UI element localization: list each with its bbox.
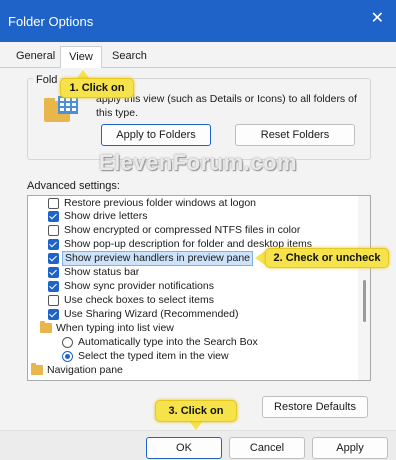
- callout-step-3: 3. Click on: [155, 400, 237, 422]
- checkbox[interactable]: [48, 198, 59, 209]
- folder-views-icon: [44, 96, 78, 122]
- folder-icon: [31, 363, 43, 375]
- restore-defaults-button[interactable]: Restore Defaults: [262, 396, 368, 418]
- folder-views-description: apply this view (such as Details or Icon…: [96, 93, 357, 119]
- scrollbar-thumb[interactable]: [363, 280, 366, 322]
- tab-view[interactable]: View: [60, 46, 102, 70]
- tab-strip: General View Search: [0, 42, 396, 70]
- tab-search[interactable]: Search: [112, 50, 147, 62]
- checkbox[interactable]: [48, 295, 59, 306]
- scrollbar[interactable]: [358, 196, 370, 380]
- callout-arrow-left-icon: [255, 251, 265, 265]
- callout-step-2: 2. Check or uncheck: [265, 248, 389, 268]
- checkbox[interactable]: [48, 267, 59, 278]
- radio-button[interactable]: [62, 337, 73, 348]
- checkbox[interactable]: [48, 309, 59, 320]
- advanced-settings-label: Advanced settings:: [27, 180, 120, 192]
- checkbox[interactable]: [48, 225, 59, 236]
- checkbox[interactable]: [48, 253, 59, 264]
- checkbox[interactable]: [48, 239, 59, 250]
- checkbox[interactable]: [48, 281, 59, 292]
- folder-icon: [40, 321, 52, 333]
- apply-button[interactable]: Apply: [312, 437, 388, 459]
- close-icon[interactable]: ✕: [371, 10, 384, 28]
- callout-step-1: 1. Click on: [60, 78, 134, 98]
- advanced-settings-list[interactable]: Restore previous folder windows at logon…: [27, 195, 371, 381]
- apply-to-folders-button[interactable]: Apply to Folders: [101, 124, 211, 146]
- callout-arrow-down-icon: [189, 421, 203, 430]
- watermark: ElevenForum.com: [98, 150, 298, 175]
- folder-views-title: Fold: [33, 74, 61, 86]
- window-title: Folder Options: [8, 14, 94, 29]
- title-bar: Folder Options ✕: [0, 0, 396, 42]
- radio-button[interactable]: [62, 351, 73, 362]
- ok-button[interactable]: OK: [146, 437, 222, 459]
- cancel-button[interactable]: Cancel: [229, 437, 305, 459]
- tab-general[interactable]: General: [16, 50, 55, 62]
- reset-folders-button[interactable]: Reset Folders: [235, 124, 355, 146]
- checkbox[interactable]: [48, 211, 59, 222]
